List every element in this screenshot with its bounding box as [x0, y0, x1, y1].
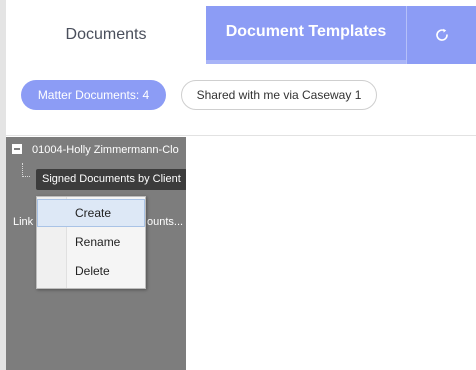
context-menu: Create Rename Delete: [36, 196, 146, 289]
menu-item-delete[interactable]: Delete: [37, 257, 145, 285]
refresh-button[interactable]: [406, 6, 476, 64]
matter-documents-filter[interactable]: Matter Documents: 4: [21, 80, 166, 110]
menu-item-create[interactable]: Create: [37, 199, 145, 227]
shared-via-caseway-filter[interactable]: Shared with me via Caseway 1: [181, 80, 377, 110]
tree-connector-line: [22, 163, 30, 177]
tab-documents-label: Documents: [65, 26, 147, 43]
matter-documents-label: Matter Documents: 4: [37, 88, 150, 102]
refresh-icon: [435, 28, 448, 41]
tab-document-templates-label: Document Templates: [225, 23, 387, 40]
document-filter-bar: Matter Documents: 4 Shared with me via C…: [6, 64, 476, 136]
menu-item-rename[interactable]: Rename: [37, 228, 145, 256]
tree-child-node-right[interactable]: ounts...: [147, 216, 183, 228]
folder-tooltip: Signed Documents by Client: [36, 169, 186, 190]
tab-documents[interactable]: Documents: [6, 6, 206, 64]
document-content-area: [186, 137, 476, 370]
collapse-toggle-icon[interactable]: [12, 144, 22, 154]
tab-document-templates[interactable]: Document Templates: [206, 6, 406, 64]
folder-tree-panel: 01004-Holly Zimmermann-Clo Signed Docume…: [6, 137, 186, 370]
tree-root-node[interactable]: 01004-Holly Zimmermann-Clo: [32, 144, 179, 156]
tree-child-node-left[interactable]: Link: [13, 216, 33, 228]
tab-bar: Documents Document Templates: [6, 0, 476, 64]
shared-via-caseway-label: Shared with me via Caseway 1: [196, 88, 362, 102]
